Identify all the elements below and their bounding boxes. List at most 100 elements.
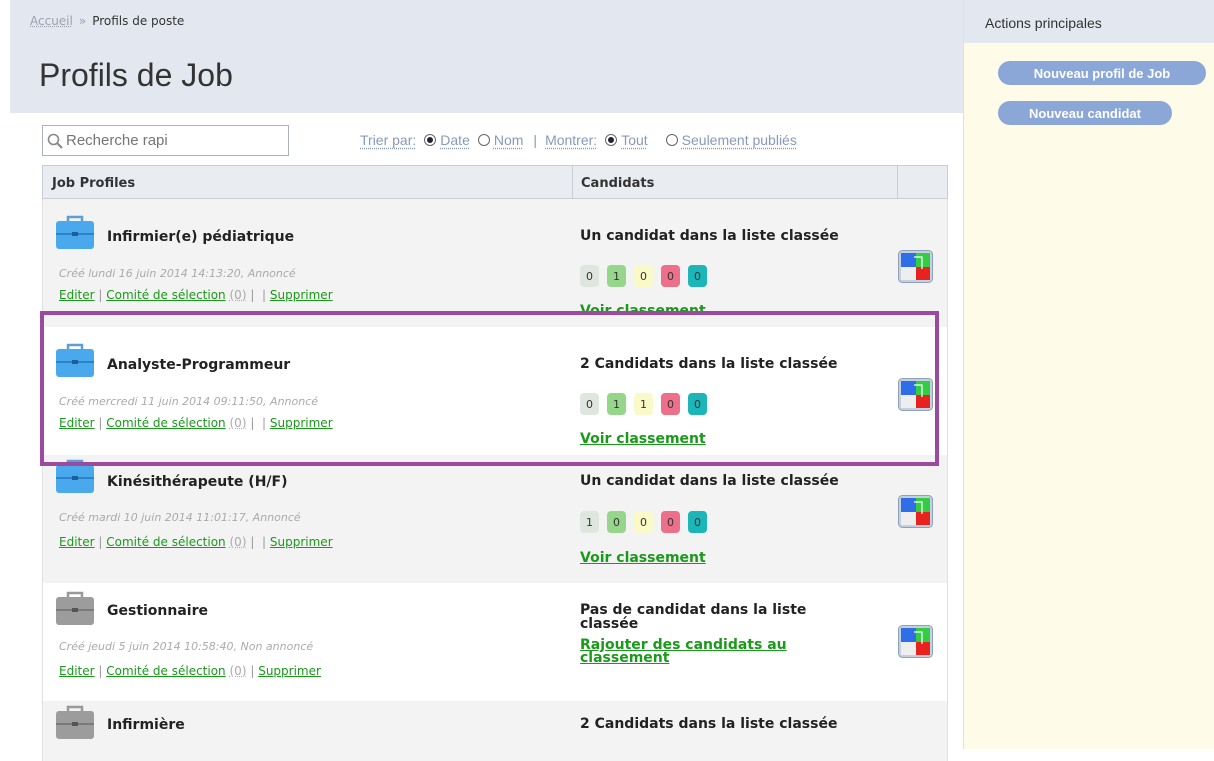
new-candidate-button[interactable]: Nouveau candidat <box>998 101 1172 125</box>
profile-meta: Créé lundi 16 juin 2014 14:13:20, Annonc… <box>59 267 296 280</box>
breadcrumb: Accueil » Profils de poste <box>30 14 184 28</box>
main-content: Accueil» Profils de poste Profils de Job … <box>10 0 963 761</box>
view-ranking-link[interactable]: Voir classement <box>580 303 706 314</box>
table-row: Kinésithérapeute (H/F) Créé mardi 10 jui… <box>42 455 948 583</box>
filter-separator: | <box>533 132 538 148</box>
edit-link[interactable]: Editer <box>59 535 95 549</box>
committee-link[interactable]: Comité de sélection <box>106 535 225 549</box>
radio-unselected-icon <box>665 134 678 146</box>
column-header-candidates[interactable]: Candidats <box>573 166 898 198</box>
candidate-chips: 0 1 1 0 0 <box>580 393 715 415</box>
sort-by-date-radio[interactable]: Date <box>424 132 470 148</box>
briefcase-blue-icon <box>56 343 94 377</box>
ranking-status: 2 Candidats dans la liste classée <box>580 356 838 372</box>
edit-link[interactable]: Editer <box>59 416 95 430</box>
profile-name[interactable]: Infirmière <box>107 717 185 733</box>
committee-link[interactable]: Comité de sélection <box>106 664 225 678</box>
table-header: Job Profiles Candidats <box>42 165 948 199</box>
page-header: Accueil » Profils de poste Profils de Job <box>10 0 963 113</box>
add-candidates-link[interactable]: Rajouter des candidats au classement <box>580 638 840 665</box>
chip-count: 0 <box>607 511 626 533</box>
profile-name[interactable]: Kinésithérapeute (H/F) <box>107 474 287 490</box>
delete-link[interactable]: Supprimer <box>270 416 333 430</box>
committee-link[interactable]: Comité de sélection <box>106 416 225 430</box>
edit-link[interactable]: Editer <box>59 288 95 302</box>
candidate-chips: 1 0 0 0 0 <box>580 511 715 533</box>
profile-meta: Créé mercredi 11 juin 2014 09:11:50, Ann… <box>59 395 319 408</box>
delete-link[interactable]: Supprimer <box>258 664 321 678</box>
link-separator: | <box>262 416 267 430</box>
show-published-label: Seulement publiés <box>681 132 797 148</box>
column-header-profiles[interactable]: Job Profiles <box>43 166 573 198</box>
chip-count: 1 <box>580 511 599 533</box>
ranking-grid-icon[interactable] <box>898 495 933 528</box>
profile-actions: Editer | Comité de sélection (0) | | Sup… <box>59 416 333 430</box>
job-profiles-table: Job Profiles Candidats Infirmier(e) pédi… <box>42 165 948 761</box>
briefcase-blue-icon <box>56 215 94 249</box>
briefcase-blue-icon <box>56 459 94 493</box>
profile-name[interactable]: Infirmier(e) pédiatrique <box>107 229 294 245</box>
sidebar: Actions principales Nouveau profil de Jo… <box>963 0 1214 749</box>
ranking-status: Pas de candidat dans la liste classée <box>580 602 807 632</box>
search-input[interactable] <box>66 132 276 149</box>
committee-link[interactable]: Comité de sélection <box>106 288 225 302</box>
show-label: Montrer: <box>545 132 598 148</box>
briefcase-grey-icon <box>56 705 94 739</box>
delete-link[interactable]: Supprimer <box>270 535 333 549</box>
ranking-grid-icon[interactable] <box>898 625 933 658</box>
profile-actions: Editer | Comité de sélection (0) | | Sup… <box>59 535 333 549</box>
link-separator: | <box>250 664 255 678</box>
sort-by-name-radio[interactable]: Nom <box>477 132 524 148</box>
chip-count: 0 <box>688 511 707 533</box>
show-all-label: Tout <box>621 132 648 148</box>
profile-actions: Editer | Comité de sélection (0) | | Sup… <box>59 288 333 302</box>
table-row: Analyste-Programmeur Créé mercredi 11 ju… <box>42 327 948 455</box>
profile-name[interactable]: Analyste-Programmeur <box>107 357 290 373</box>
edit-link[interactable]: Editer <box>59 664 95 678</box>
chip-count: 0 <box>688 265 707 287</box>
table-row: Gestionnaire Créé jeudi 5 juin 2014 10:5… <box>42 583 948 701</box>
profile-actions: Editer | Comité de sélection (0) | Suppr… <box>59 664 321 678</box>
radio-selected-icon <box>605 134 618 146</box>
show-all-radio[interactable]: Tout <box>605 132 648 148</box>
breadcrumb-current: Profils de poste <box>92 14 185 28</box>
ranking-status: 2 Candidats dans la liste classée <box>580 716 838 732</box>
delete-link[interactable]: Supprimer <box>270 288 333 302</box>
chip-count: 1 <box>634 393 653 415</box>
chip-count: 0 <box>661 511 680 533</box>
ranking-grid-icon[interactable] <box>898 250 933 283</box>
ranking-grid-icon[interactable] <box>898 378 933 411</box>
committee-count: (0) <box>229 288 247 302</box>
link-separator: | <box>250 416 255 430</box>
ranking-status: Un candidat dans la liste classée <box>580 228 839 244</box>
page-title: Profils de Job <box>39 57 233 93</box>
sort-label: Trier par: <box>360 132 417 148</box>
new-job-profile-button[interactable]: Nouveau profil de Job <box>998 61 1206 85</box>
link-separator: | <box>262 535 267 549</box>
sort-name-label: Nom <box>493 132 524 148</box>
search-box[interactable] <box>42 125 289 156</box>
chip-count: 0 <box>580 265 599 287</box>
sidebar-title: Actions principales <box>964 0 1214 43</box>
show-published-radio[interactable]: Seulement publiés <box>665 132 797 148</box>
chip-count: 0 <box>661 265 680 287</box>
link-separator: | <box>262 288 267 302</box>
committee-count: (0) <box>229 416 247 430</box>
committee-count: (0) <box>229 535 247 549</box>
view-ranking-link[interactable]: Voir classement <box>580 550 706 566</box>
chip-count: 0 <box>580 393 599 415</box>
column-header-actions <box>898 166 947 198</box>
breadcrumb-home-link[interactable]: Accueil <box>30 14 73 28</box>
link-separator: | <box>250 535 255 549</box>
chip-count: 0 <box>661 393 680 415</box>
view-ranking-link[interactable]: Voir classement <box>580 431 706 447</box>
link-separator: | <box>98 664 103 678</box>
profile-meta: Créé mardi 10 juin 2014 11:01:17, Annonc… <box>59 511 301 524</box>
link-separator: | <box>98 416 103 430</box>
radio-selected-icon <box>424 134 437 146</box>
filter-bar: Trier par: Date Nom | Montrer: Tout Seul… <box>360 132 797 148</box>
candidate-chips: 0 1 0 0 0 <box>580 265 715 287</box>
committee-count: (0) <box>229 664 247 678</box>
profile-name[interactable]: Gestionnaire <box>107 603 208 619</box>
table-row: Infirmier(e) pédiatrique Créé lundi 16 j… <box>42 199 948 327</box>
